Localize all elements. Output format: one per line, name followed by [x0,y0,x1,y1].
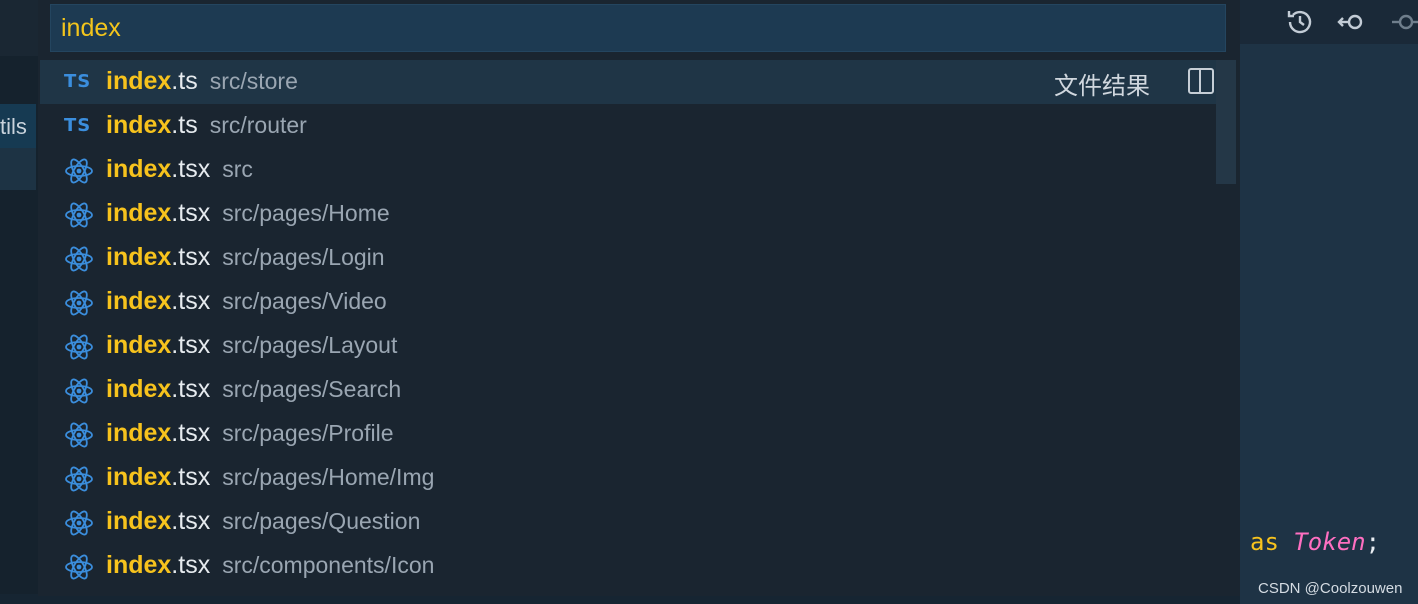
file-extension: .tsx [171,287,211,315]
result-row[interactable]: index.tsx src/components/Icon [40,544,1234,588]
file-extension: .tsx [171,199,211,227]
result-label: index.tsx src/pages/Search [106,375,401,404]
sidebar-item-label: tils [0,114,27,139]
file-path: src/pages/Video [222,288,387,314]
react-icon [64,158,94,184]
result-label: index.tsx src [106,155,253,184]
file-extension: .ts [171,67,198,95]
file-path: src/router [209,112,307,138]
forward-circle-icon[interactable] [1390,6,1418,38]
file-path: src/pages/Question [222,508,421,534]
file-extension: .tsx [171,375,211,403]
result-label: index.ts src/store [106,67,298,96]
match-highlight: index [106,287,172,315]
react-icon [64,510,94,536]
react-icon [64,334,94,360]
file-path: src/store [209,68,298,94]
scrollbar[interactable] [1216,60,1236,184]
typescript-icon: TS [64,115,92,136]
code-fragment: as Token; [1250,528,1380,556]
results-list: TS index.ts src/store 文件结果 TS index.ts src/rou… [40,60,1234,590]
result-row[interactable]: index.tsx src/pages/Login [40,236,1234,280]
code-type: Token [1293,528,1366,556]
result-label: index.tsx src/pages/Profile [106,419,394,448]
typescript-icon: TS [64,71,92,92]
file-extension: .ts [171,111,198,139]
result-row[interactable]: index.tsx src/pages/Video [40,280,1234,324]
open-to-side-icon[interactable] [1188,68,1214,94]
react-icon [64,202,94,228]
react-icon [64,290,94,316]
history-icon[interactable] [1284,6,1316,38]
file-path: src/pages/Profile [222,420,394,446]
editor-area [1240,0,1418,604]
code-semicolon: ; [1365,528,1381,556]
result-label: index.tsx src/pages/Layout [106,331,397,360]
react-icon [64,246,94,272]
match-highlight: index [106,331,172,359]
match-highlight: index [106,463,172,491]
result-row[interactable]: TS index.ts src/store 文件结果 [40,60,1234,104]
file-path: src/pages/Login [222,244,385,270]
file-extension: .tsx [171,507,211,535]
explorer-sidebar [0,0,38,604]
result-label: index.tsx src/components/Icon [106,551,434,580]
sidebar-item-utils[interactable]: tils [0,104,36,148]
file-extension: .tsx [171,419,211,447]
file-path: src/components/Icon [222,552,435,578]
result-label: index.tsx src/pages/Login [106,243,385,272]
file-extension: .tsx [171,155,211,183]
result-row[interactable]: TS index.ts src/router [40,104,1234,148]
back-circle-icon[interactable] [1336,6,1368,38]
vscode-window: tils as Token; CSDN @Coolzouwen index TS… [0,0,1418,604]
file-path: src/pages/Layout [222,332,398,358]
result-group-label: 文件结果 [1054,73,1150,100]
sidebar-header [0,0,38,56]
code-keyword: as [1250,528,1279,556]
result-label: index.tsx src/pages/Question [106,507,420,536]
react-icon [64,554,94,580]
watermark: CSDN @Coolzouwen [1258,580,1403,597]
file-extension: .tsx [171,551,211,579]
quick-open-widget: TSindex.tssrc/store文件结果TSindex.tssrc/rou… [38,0,1240,596]
match-highlight: index [106,199,172,227]
result-label: index.tsx src/pages/Video [106,287,387,316]
match-highlight: index [106,419,172,447]
result-row[interactable]: index.tsx src/pages/Profile [40,412,1234,456]
match-highlight: index [106,111,172,139]
result-row[interactable]: index.tsx src/pages/Question [40,500,1234,544]
file-path: src [222,156,253,182]
match-highlight: index [106,551,172,579]
result-row[interactable]: index.tsx src/pages/Home/Img [40,456,1234,500]
file-path: src/pages/Home/Img [222,464,435,490]
react-icon [64,378,94,404]
react-icon [64,466,94,492]
result-label: index.tsx src/pages/Home [106,199,390,228]
file-extension: .tsx [171,463,211,491]
result-label: index.tsx src/pages/Home/Img [106,463,434,492]
match-highlight: index [106,507,172,535]
result-label: index.ts src/router [106,111,307,140]
editor-toolbar [1240,0,1418,44]
match-highlight: index [106,243,172,271]
file-path: src/pages/Search [222,376,402,402]
react-icon [64,422,94,448]
file-path: src/pages/Home [222,200,390,226]
search-input[interactable] [51,5,1225,51]
match-highlight: index [106,155,172,183]
result-row[interactable]: index.tsx src/pages/Search [40,368,1234,412]
file-extension: .tsx [171,243,211,271]
file-extension: .tsx [171,331,211,359]
match-highlight: index [106,375,172,403]
result-row[interactable]: index.tsx src/pages/Home [40,192,1234,236]
sidebar-item[interactable] [0,148,36,190]
result-row[interactable]: index.tsx src [40,148,1234,192]
match-highlight: index [106,67,172,95]
result-row[interactable]: index.tsx src/pages/Layout [40,324,1234,368]
search-box[interactable] [50,4,1226,52]
